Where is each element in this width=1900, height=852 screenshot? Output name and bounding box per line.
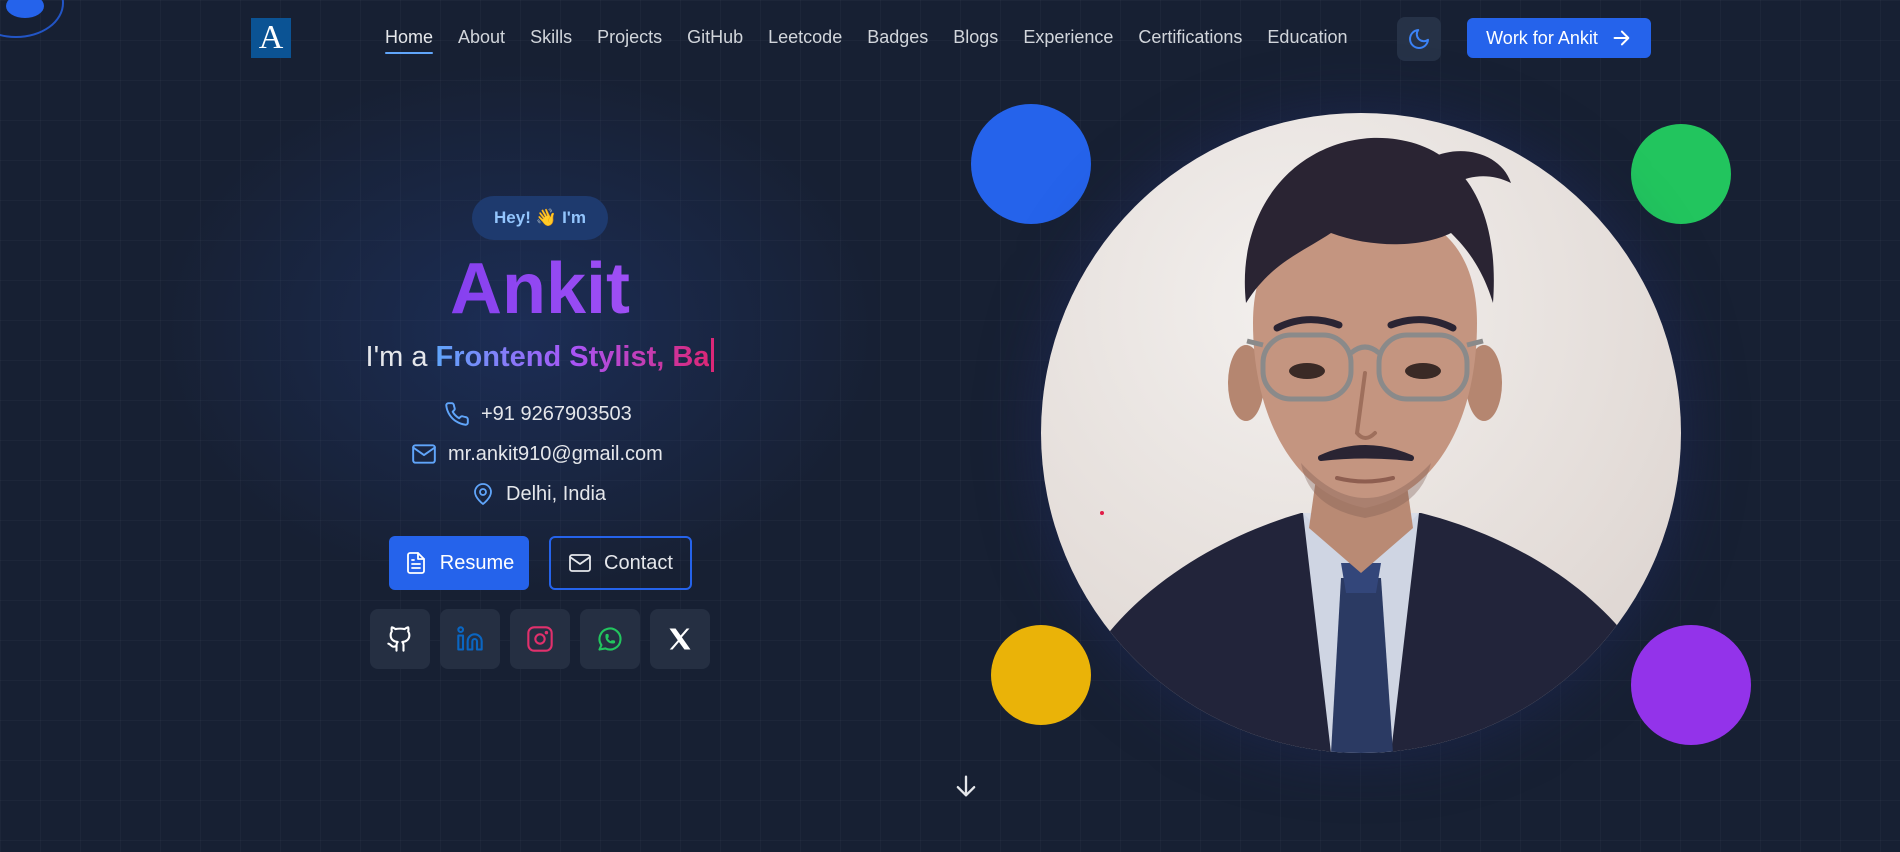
hero-name: Ankit (380, 243, 700, 335)
role-typed-text: Frontend Stylist, Ba (435, 341, 710, 373)
mail-icon (569, 554, 591, 572)
file-text-icon (406, 552, 425, 574)
whatsapp-icon (598, 627, 622, 651)
phone-icon (445, 402, 469, 426)
typing-caret (711, 338, 715, 372)
nav-about[interactable]: About (458, 27, 505, 54)
linkedin-link[interactable] (440, 609, 500, 669)
work-for-ankit-label: Work for Ankit (1486, 27, 1598, 48)
nav-home[interactable]: Home (385, 27, 434, 54)
contact-label: Contact (604, 551, 673, 574)
nav-certifications[interactable]: Certifications (1138, 27, 1242, 54)
github-link[interactable] (370, 609, 430, 669)
decorative-circle-green (1631, 124, 1731, 224)
nav-leetcode[interactable]: Leetcode (768, 27, 842, 54)
location-text: Delhi, India (506, 482, 607, 505)
linkedin-icon (457, 626, 483, 651)
decorative-circle-yellow (991, 625, 1091, 725)
nav-github[interactable]: GitHub (687, 27, 743, 54)
greeting-text: Hey! (494, 208, 531, 227)
decorative-red-dot (1100, 511, 1104, 515)
moon-icon (1409, 29, 1429, 49)
profile-photo (1041, 113, 1681, 753)
profile-portrait-illustration (1041, 137, 1681, 753)
decorative-circle-purple (1631, 625, 1751, 745)
navbar: A Home About Skills Projects GitHub Leet… (0, 0, 1900, 76)
hero-role-line: I'm a Frontend Stylist, Ba (300, 338, 780, 375)
x-icon (669, 628, 691, 650)
contact-button[interactable]: Contact (549, 536, 692, 590)
work-for-ankit-button[interactable]: Work for Ankit (1467, 18, 1651, 58)
phone-number: +91 9267903503 (481, 402, 632, 425)
nav-blogs[interactable]: Blogs (953, 27, 998, 54)
nav-experience[interactable]: Experience (1023, 27, 1113, 54)
logo-letter: A (258, 19, 284, 56)
resume-button[interactable]: Resume (389, 536, 529, 590)
contact-phone[interactable]: +91 9267903503 (444, 401, 632, 427)
site-logo[interactable]: A (251, 18, 291, 58)
arrow-right-icon (1613, 30, 1630, 46)
map-pin-icon (474, 483, 492, 505)
greeting-suffix: I'm (562, 208, 586, 227)
wave-emoji-icon: 👋 (535, 208, 558, 227)
mail-icon (412, 444, 436, 464)
resume-label: Resume (439, 551, 515, 574)
arrow-down-icon (956, 775, 976, 797)
nav-projects[interactable]: Projects (597, 27, 662, 54)
social-links (370, 609, 710, 669)
email-address: mr.ankit910@gmail.com (448, 442, 663, 465)
contact-email[interactable]: mr.ankit910@gmail.com (411, 441, 663, 467)
greeting-pill: Hey! 👋 I'm (472, 196, 608, 240)
x-link[interactable] (650, 609, 710, 669)
scroll-down-button[interactable] (952, 772, 980, 800)
nav-links: Home About Skills Projects GitHub Leetco… (385, 27, 1347, 54)
role-prefix: I'm a (365, 341, 428, 373)
whatsapp-link[interactable] (580, 609, 640, 669)
instagram-link[interactable] (510, 609, 570, 669)
nav-skills[interactable]: Skills (530, 27, 572, 54)
contact-location: Delhi, India (471, 481, 606, 507)
theme-toggle-button[interactable] (1397, 17, 1441, 61)
decorative-circle-blue (971, 104, 1091, 224)
nav-badges[interactable]: Badges (867, 27, 928, 54)
nav-education[interactable]: Education (1267, 27, 1347, 54)
instagram-icon (527, 626, 553, 652)
github-icon (387, 626, 411, 652)
